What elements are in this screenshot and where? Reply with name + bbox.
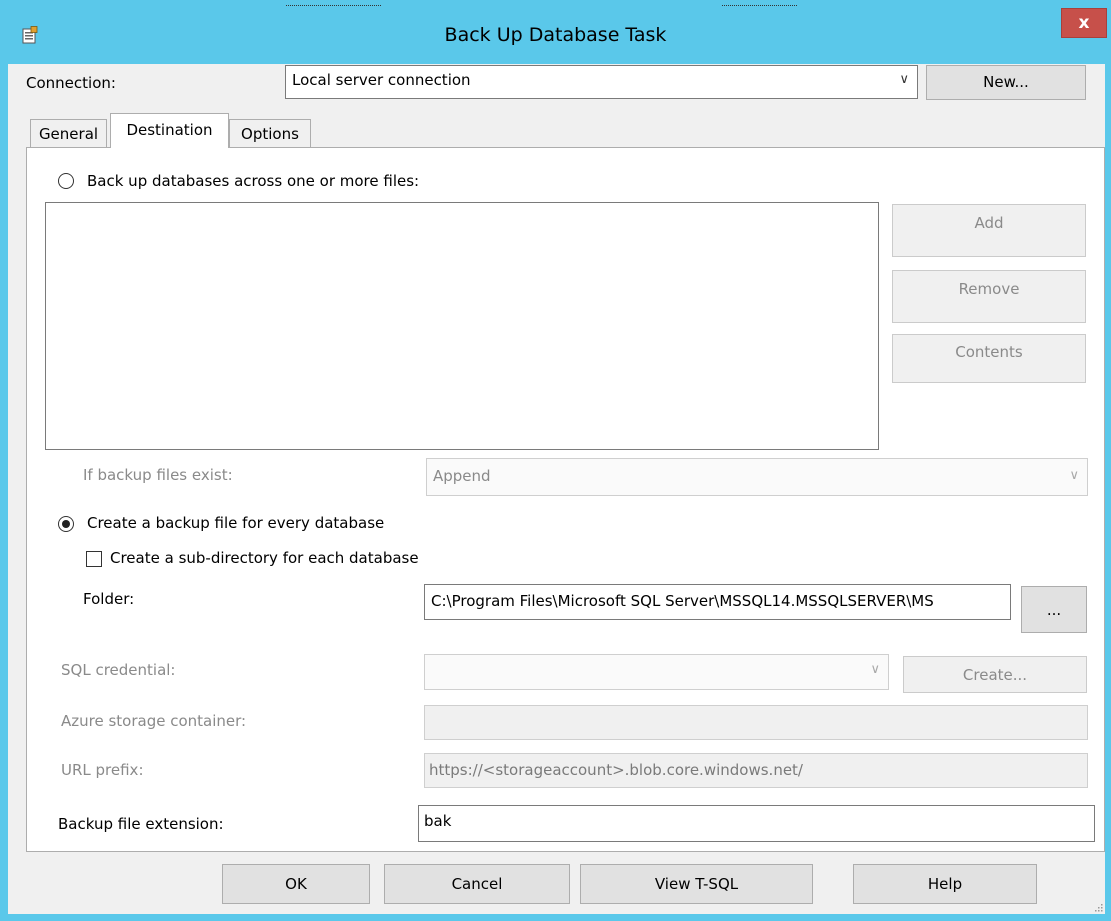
resize-grip-icon[interactable] xyxy=(1093,902,1103,912)
window-title: Back Up Database Task xyxy=(444,24,667,46)
dialog-window: Back Up Database Task x Connection: Loca… xyxy=(0,0,1111,921)
sql-credential-select[interactable]: ∨ xyxy=(424,654,889,690)
connection-value: Local server connection xyxy=(292,71,471,89)
title-bar-artifact xyxy=(286,0,381,6)
remove-button[interactable]: Remove xyxy=(892,270,1086,323)
subdirectory-checkbox-label: Create a sub-directory for each database xyxy=(110,549,419,567)
title-bar-artifact xyxy=(722,0,797,6)
tab-options-label: Options xyxy=(241,125,299,143)
chevron-down-icon: ∨ xyxy=(870,662,880,677)
create-credential-label: Create... xyxy=(962,666,1028,684)
title-bar[interactable]: Back Up Database Task x xyxy=(0,0,1111,64)
window-border xyxy=(0,914,1111,921)
contents-label: Contents xyxy=(955,343,1023,361)
radio-every-database-label: Create a backup file for every database xyxy=(87,514,385,532)
tab-destination[interactable]: Destination xyxy=(110,113,229,148)
extension-label: Backup file extension: xyxy=(58,815,224,833)
add-label: Add xyxy=(974,214,1004,232)
ok-label: OK xyxy=(285,875,307,893)
tab-general-label: General xyxy=(38,125,99,143)
browse-folder-label: ... xyxy=(1046,601,1062,619)
contents-button[interactable]: Contents xyxy=(892,334,1086,383)
connection-label: Connection: xyxy=(26,74,116,92)
extension-input[interactable]: bak xyxy=(418,805,1095,842)
create-credential-button[interactable]: Create... xyxy=(903,656,1087,693)
extension-value: bak xyxy=(424,812,452,830)
help-button[interactable]: Help xyxy=(853,864,1037,904)
folder-label: Folder: xyxy=(83,590,135,608)
cancel-button[interactable]: Cancel xyxy=(384,864,570,904)
help-label: Help xyxy=(927,875,963,893)
sql-credential-label: SQL credential: xyxy=(61,661,176,679)
window-border xyxy=(1105,64,1111,921)
connection-select[interactable]: Local server connection ∨ xyxy=(285,65,918,99)
url-prefix-input[interactable]: https://<storageaccount>.blob.core.windo… xyxy=(424,753,1088,788)
tab-general[interactable]: General xyxy=(30,119,107,148)
ok-button[interactable]: OK xyxy=(222,864,370,904)
folder-value: C:\Program Files\Microsoft SQL Server\MS… xyxy=(431,592,934,610)
folder-input[interactable]: C:\Program Files\Microsoft SQL Server\MS… xyxy=(424,584,1011,620)
add-button[interactable]: Add xyxy=(892,204,1086,257)
cancel-label: Cancel xyxy=(451,875,503,893)
new-connection-button[interactable]: New... xyxy=(926,65,1086,100)
subdirectory-checkbox[interactable] xyxy=(86,551,102,567)
backup-files-list[interactable] xyxy=(45,202,879,450)
radio-across-files[interactable] xyxy=(58,173,74,189)
radio-across-files-label: Back up databases across one or more fil… xyxy=(87,172,420,190)
radio-selected-dot xyxy=(62,520,70,528)
azure-container-label: Azure storage container: xyxy=(61,712,247,730)
chevron-down-icon: ∨ xyxy=(1069,468,1079,483)
view-tsql-label: View T-SQL xyxy=(654,875,739,893)
radio-every-database[interactable] xyxy=(58,516,74,532)
remove-label: Remove xyxy=(958,280,1020,298)
tab-options[interactable]: Options xyxy=(229,119,311,148)
new-connection-label: New... xyxy=(983,73,1029,91)
if-exists-value: Append xyxy=(433,467,491,485)
view-tsql-button[interactable]: View T-SQL xyxy=(580,864,813,904)
azure-container-input[interactable] xyxy=(424,705,1088,740)
if-exists-select[interactable]: Append ∨ xyxy=(426,458,1088,496)
url-prefix-value: https://<storageaccount>.blob.core.windo… xyxy=(429,761,803,779)
tab-destination-label: Destination xyxy=(126,121,213,139)
browse-folder-button[interactable]: ... xyxy=(1021,586,1087,633)
chevron-down-icon: ∨ xyxy=(899,72,909,87)
close-button[interactable]: x xyxy=(1061,8,1107,38)
url-prefix-label: URL prefix: xyxy=(61,761,144,779)
if-exists-label: If backup files exist: xyxy=(83,466,233,484)
